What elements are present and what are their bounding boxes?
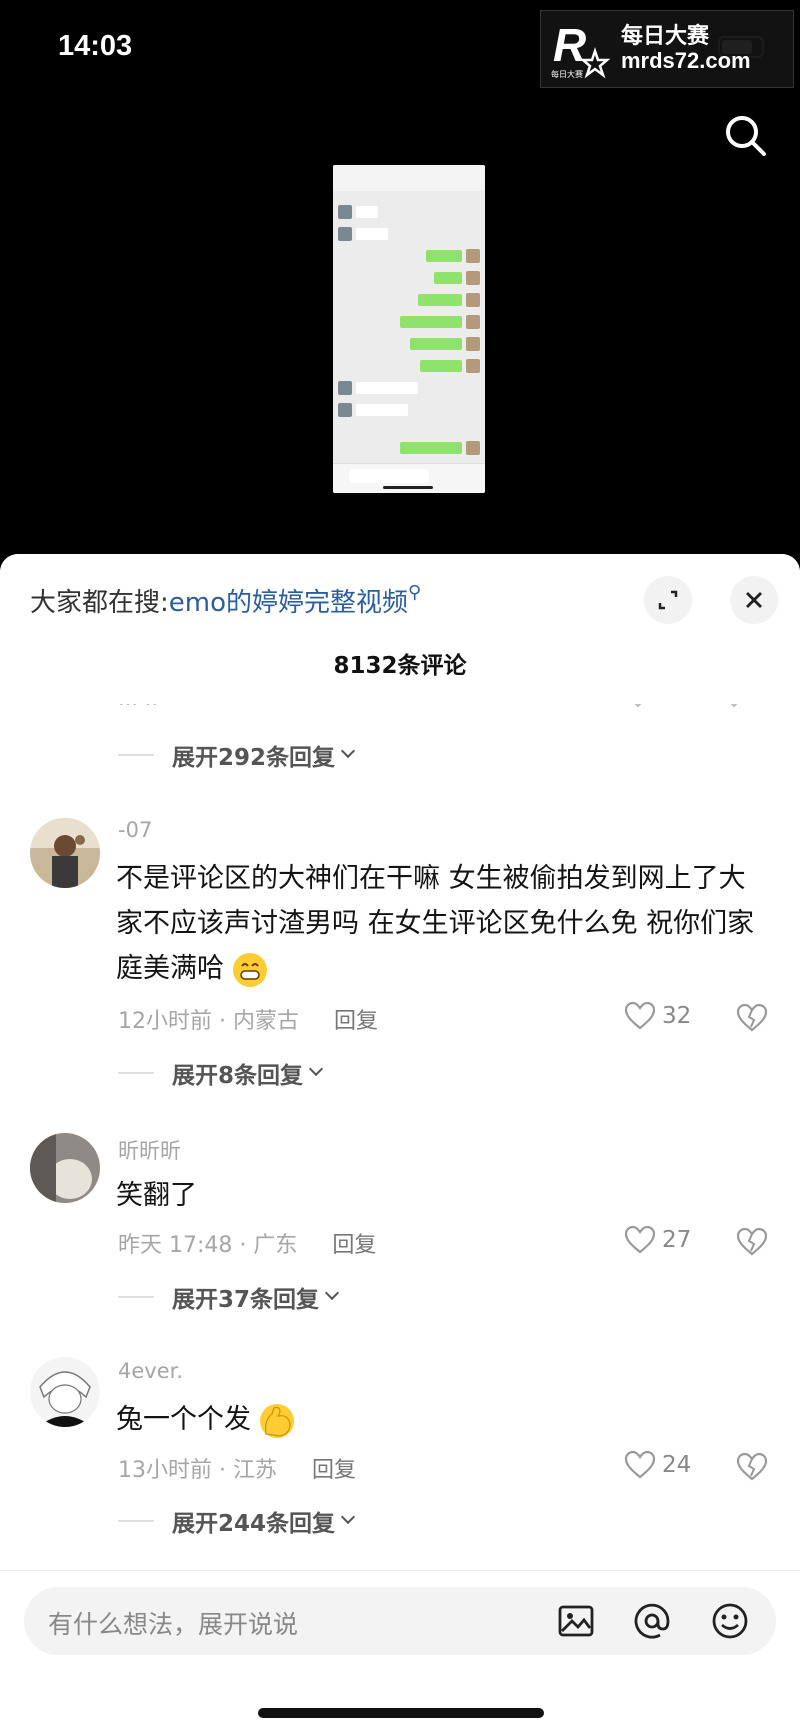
comment-username[interactable]: 昕昕昕 xyxy=(118,1135,181,1165)
comment-text: 笑翻了 xyxy=(116,1180,197,1211)
divider xyxy=(0,1570,800,1571)
hot-search-keyword[interactable]: emo的婷婷完整视频 xyxy=(169,588,408,618)
svg-text:R: R xyxy=(553,19,586,71)
expand-replies-button[interactable]: 展开8条回复 xyxy=(118,1056,324,1090)
chat-header xyxy=(333,165,485,191)
comment-sheet: ··· ·· 展开292条回复 -07 不是评论区的大神们在干嘛 女生被偷拍发到… xyxy=(0,554,800,1733)
hot-search-label: 大家都在搜: xyxy=(30,588,169,618)
comment-time: 12小时前 · 内蒙古 xyxy=(118,1009,299,1034)
comment-username[interactable]: 4ever. xyxy=(118,1359,183,1383)
expand-replies-button[interactable]: 展开37条回复 xyxy=(118,1280,340,1314)
avatar[interactable] xyxy=(30,818,100,888)
watermark-cn: 每日大赛 xyxy=(621,23,710,49)
like-count: 27 xyxy=(662,1227,692,1253)
like-button[interactable]: 27 xyxy=(624,1225,691,1255)
watermark-url: mrds72.com xyxy=(621,48,751,73)
comment-username[interactable]: -07 xyxy=(118,818,152,842)
svg-text:每日大赛: 每日大赛 xyxy=(551,69,583,79)
dislike-icon[interactable] xyxy=(736,1452,768,1486)
dislike-icon[interactable] xyxy=(736,1003,768,1037)
comment-meta: 昨天 17:48 · 广东 回复 xyxy=(118,1227,376,1259)
image-icon[interactable] xyxy=(556,1601,596,1641)
grin-emoji xyxy=(232,952,267,987)
expand-icon xyxy=(658,590,678,610)
emoji-icon[interactable] xyxy=(710,1601,750,1641)
heart-icon xyxy=(624,1001,656,1030)
expand-replies-button[interactable]: 展开292条回复 xyxy=(118,738,356,772)
reply-button[interactable]: 回复 xyxy=(334,1009,378,1034)
comment-input[interactable]: 有什么想法，展开说说 xyxy=(24,1587,776,1655)
search-icon[interactable] xyxy=(722,112,770,160)
expand-button[interactable] xyxy=(644,576,692,624)
close-button[interactable] xyxy=(730,576,778,624)
comment-time: 13小时前 · 江苏 xyxy=(118,1458,277,1483)
watermark: R 每日大赛 每日大赛 mrds72.com xyxy=(540,10,794,88)
dislike-icon[interactable] xyxy=(736,1227,768,1261)
flex-emoji xyxy=(259,1403,294,1438)
sheet-header: 大家都在搜:emo的婷婷完整视频⚲ 8132条评论 xyxy=(0,554,800,704)
like-count: 24 xyxy=(662,1452,692,1478)
close-icon xyxy=(746,592,762,608)
like-button[interactable]: 24 xyxy=(624,1450,691,1480)
like-count: 32 xyxy=(662,1003,692,1029)
comment-meta: 12小时前 · 内蒙古 回复 xyxy=(118,1003,378,1035)
search-icon: ⚲ xyxy=(408,582,422,603)
comment-count: 8132条评论 xyxy=(333,653,467,679)
video-thumbnail[interactable] xyxy=(333,165,485,493)
comment-time: 昨天 17:48 · 广东 xyxy=(118,1233,298,1258)
reply-button[interactable]: 回复 xyxy=(332,1233,376,1258)
avatar[interactable] xyxy=(30,1133,100,1203)
comment-text: 兔一个个发 xyxy=(116,1397,766,1442)
heart-icon xyxy=(624,1225,656,1254)
reply-button[interactable]: 回复 xyxy=(312,1458,356,1483)
status-time: 14:03 xyxy=(58,30,133,62)
comment-text: 不是评论区的大神们在干嘛 女生被偷拍发到网上了大家不应该声讨渣男吗 在女生评论区… xyxy=(116,856,766,991)
avatar[interactable] xyxy=(30,1357,100,1427)
expand-replies-button[interactable]: 展开244条回复 xyxy=(118,1504,356,1538)
input-placeholder: 有什么想法，展开说说 xyxy=(48,1610,299,1639)
watermark-logo-icon: R 每日大赛 xyxy=(549,17,613,81)
hot-search[interactable]: 大家都在搜:emo的婷婷完整视频⚲ xyxy=(30,582,421,619)
mention-icon[interactable] xyxy=(632,1601,672,1641)
heart-icon xyxy=(624,1450,656,1479)
comment-meta: 13小时前 · 江苏 回复 xyxy=(118,1452,356,1484)
home-indicator xyxy=(258,1708,544,1718)
like-button[interactable]: 32 xyxy=(624,1001,691,1031)
